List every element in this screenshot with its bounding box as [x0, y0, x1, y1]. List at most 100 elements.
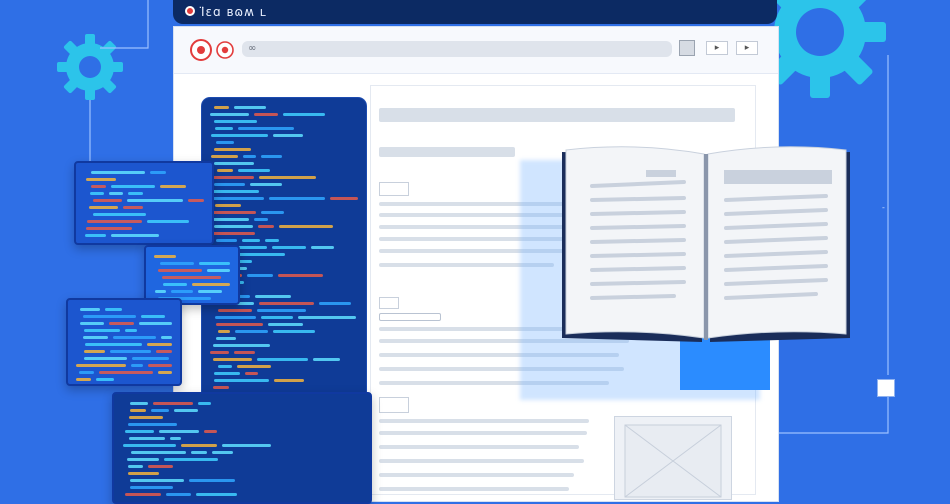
code-line — [214, 148, 251, 151]
code-snippet-panel — [74, 161, 214, 245]
code-snippet-panel — [144, 245, 240, 305]
reload-button[interactable] — [216, 41, 234, 59]
code-line — [216, 141, 234, 144]
code-line — [265, 239, 279, 242]
code-line — [109, 192, 123, 195]
section-icon — [379, 297, 399, 309]
code-line — [127, 458, 159, 461]
code-line — [212, 211, 256, 214]
text-line — [379, 487, 569, 491]
browser-toolbar: ∞ ▸ ▸ — [174, 27, 778, 74]
code-line — [273, 330, 315, 333]
code-line — [273, 134, 303, 137]
code-line — [181, 444, 217, 447]
code-line — [236, 253, 285, 256]
text-line — [379, 473, 574, 477]
code-line — [257, 309, 306, 312]
code-line — [163, 283, 187, 286]
code-line — [319, 302, 351, 305]
address-text: ∞ — [248, 43, 257, 54]
code-line — [123, 444, 176, 447]
code-line — [128, 472, 159, 475]
code-line — [279, 225, 333, 228]
code-line — [162, 276, 221, 279]
code-line — [128, 465, 143, 468]
code-line — [91, 171, 145, 174]
code-line — [79, 371, 94, 374]
code-line — [269, 197, 325, 200]
content-heading-bar — [379, 108, 735, 122]
code-line — [89, 206, 118, 209]
open-book-icon — [562, 146, 850, 342]
code-line — [278, 274, 323, 277]
code-line — [247, 274, 273, 277]
code-line — [222, 444, 271, 447]
back-button[interactable] — [190, 39, 212, 61]
code-line — [210, 351, 229, 354]
code-line — [151, 409, 169, 412]
code-line — [159, 430, 199, 433]
code-line — [111, 185, 155, 188]
code-line — [170, 437, 181, 440]
code-line — [216, 337, 236, 340]
code-line — [131, 451, 186, 454]
code-line — [125, 493, 161, 496]
code-line — [86, 227, 132, 230]
code-line — [161, 336, 172, 339]
code-line — [259, 176, 316, 179]
code-line — [218, 309, 252, 312]
code-line — [210, 218, 249, 221]
code-line — [218, 365, 232, 368]
code-line — [199, 262, 230, 265]
code-line — [87, 220, 142, 223]
code-line — [189, 479, 235, 482]
address-bar[interactable]: ∞ — [242, 41, 672, 57]
code-line — [153, 402, 193, 405]
code-line — [330, 197, 358, 200]
code-line — [214, 162, 254, 165]
code-line — [272, 246, 306, 249]
code-line — [214, 379, 269, 382]
code-line — [111, 234, 159, 237]
code-line — [99, 371, 153, 374]
code-snippet-panel — [112, 392, 372, 504]
code-line — [198, 402, 211, 405]
code-line — [261, 211, 284, 214]
svg-text:-: - — [882, 203, 885, 212]
code-line — [76, 364, 126, 367]
code-line — [259, 302, 314, 305]
bookmark-button[interactable]: ▸ — [706, 41, 728, 55]
code-line — [80, 308, 100, 311]
code-line — [174, 409, 198, 412]
code-line — [250, 183, 282, 186]
code-line — [214, 106, 229, 109]
share-button[interactable]: ▸ — [736, 41, 758, 55]
code-line — [238, 169, 270, 172]
code-snippet-panel — [66, 298, 182, 386]
code-line — [213, 358, 252, 361]
code-line — [188, 199, 204, 202]
code-line — [218, 330, 230, 333]
code-line — [215, 204, 241, 207]
text-line — [379, 459, 584, 463]
code-line — [83, 315, 136, 318]
code-line — [93, 213, 146, 216]
menu-button[interactable] — [679, 40, 695, 56]
code-line — [158, 371, 172, 374]
code-line — [257, 358, 308, 361]
code-line — [105, 308, 122, 311]
section-icon — [379, 182, 409, 196]
code-line — [109, 322, 134, 325]
code-line — [130, 402, 148, 405]
code-line — [84, 329, 120, 332]
code-line — [283, 113, 325, 116]
code-line — [83, 336, 108, 339]
code-line — [242, 239, 260, 242]
code-line — [132, 357, 169, 360]
code-line — [131, 364, 143, 367]
code-line — [130, 409, 146, 412]
code-line — [216, 239, 237, 242]
code-line — [156, 350, 172, 353]
code-line — [125, 329, 137, 332]
code-line — [155, 290, 166, 293]
